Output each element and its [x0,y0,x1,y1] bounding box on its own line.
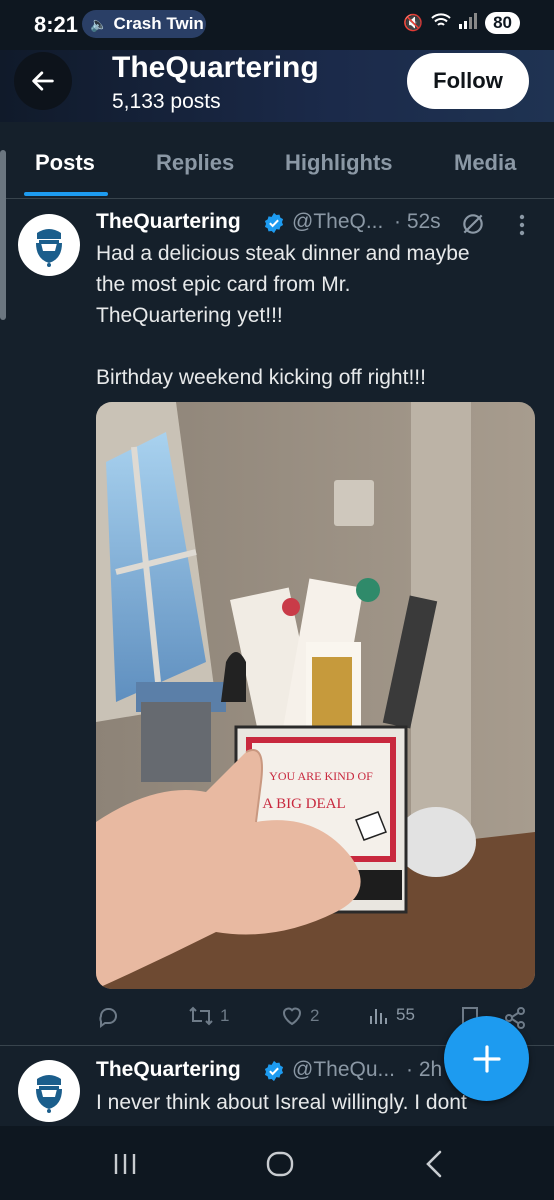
like-count: 2 [310,1006,320,1025]
status-bar: 8:21 🔈 Crash Twin 🔇 80 [0,0,554,50]
follow-button[interactable]: Follow [407,53,529,109]
like-button[interactable]: 2 [280,1004,319,1028]
system-navigation-bar [0,1126,554,1200]
tab-media[interactable]: Media [454,150,516,176]
verified-badge-icon [264,212,284,234]
verified-badge-icon [264,1060,284,1082]
reply-button[interactable] [96,1004,126,1028]
scrollbar[interactable] [0,150,6,320]
active-tab-indicator [24,192,108,196]
tweet-text-line: the most epic card from Mr. [96,273,351,296]
tweet-text: Had a delicious steak dinner and maybe t… [96,238,526,393]
bearded-man-logo-icon [36,229,62,267]
tweet-timestamp[interactable]: · 2h [406,1058,442,1082]
tab-replies[interactable]: Replies [156,150,234,176]
profile-tabs: Posts Replies Highlights Media [0,122,554,199]
tweet-author-handle[interactable]: @TheQu... [292,1058,395,1082]
tweet-photo[interactable]: YOU ARE KIND OF A BIG DEAL [96,402,535,989]
reply-icon [99,1008,117,1028]
avatar[interactable] [18,1060,80,1122]
tab-posts[interactable]: Posts [35,150,95,176]
mute-icon: 🔇 [403,15,424,32]
back-arrow-icon [32,71,54,91]
tweet-text-line: Birthday weekend kicking off right!!! [96,366,426,389]
signal-icon [459,12,478,34]
tweet-timestamp[interactable]: · 52s [394,210,441,234]
card-text-line-1: YOU ARE KIND OF [269,769,373,783]
media-title: Crash Twin [113,14,204,33]
views-icon [370,1009,387,1024]
tweet-text-blank-line [96,331,526,362]
tweet-author-name[interactable]: TheQuartering [96,1058,241,1082]
grok-icon[interactable] [460,211,486,237]
retweet-icon [189,1006,213,1026]
system-icons: 🔇 80 [403,12,520,34]
tweet-text-line: TheQuartering yet!!! [96,304,283,327]
like-icon [282,1007,302,1026]
views-button[interactable]: 55 [368,1004,415,1026]
avatar[interactable] [18,214,80,276]
tweet-text-line: Had a delicious steak dinner and maybe [96,242,470,265]
card-text-line-2: A BIG DEAL [262,796,345,812]
battery-indicator: 80 [485,12,520,34]
bearded-man-logo-icon [36,1075,62,1113]
tweet-photo-image: YOU ARE KIND OF A BIG DEAL [96,402,535,989]
profile-header: TheQuartering 5,133 posts Follow [0,50,554,122]
back-nav-icon[interactable] [424,1150,444,1178]
retweet-count: 1 [220,1006,230,1025]
wifi-icon [431,12,451,34]
compose-plus-icon [472,1044,501,1073]
media-playback-pill[interactable]: 🔈 Crash Twin [82,10,206,38]
profile-name: TheQuartering [112,51,319,84]
clock: 8:21 [34,12,79,37]
recents-nav-icon[interactable] [112,1152,138,1176]
home-nav-icon[interactable] [266,1151,294,1177]
compose-button[interactable] [444,1016,529,1101]
post-count: 5,133 posts [112,90,221,113]
tweet-author-name[interactable]: TheQuartering [96,210,241,234]
tab-highlights[interactable]: Highlights [285,150,393,176]
more-icon[interactable] [512,212,532,238]
retweet-button[interactable]: 1 [188,1004,229,1028]
view-count: 55 [396,1005,415,1024]
tweet-author-handle[interactable]: @TheQ... [292,210,383,234]
speaker-icon: 🔈 [90,15,108,32]
back-button[interactable] [14,52,72,110]
